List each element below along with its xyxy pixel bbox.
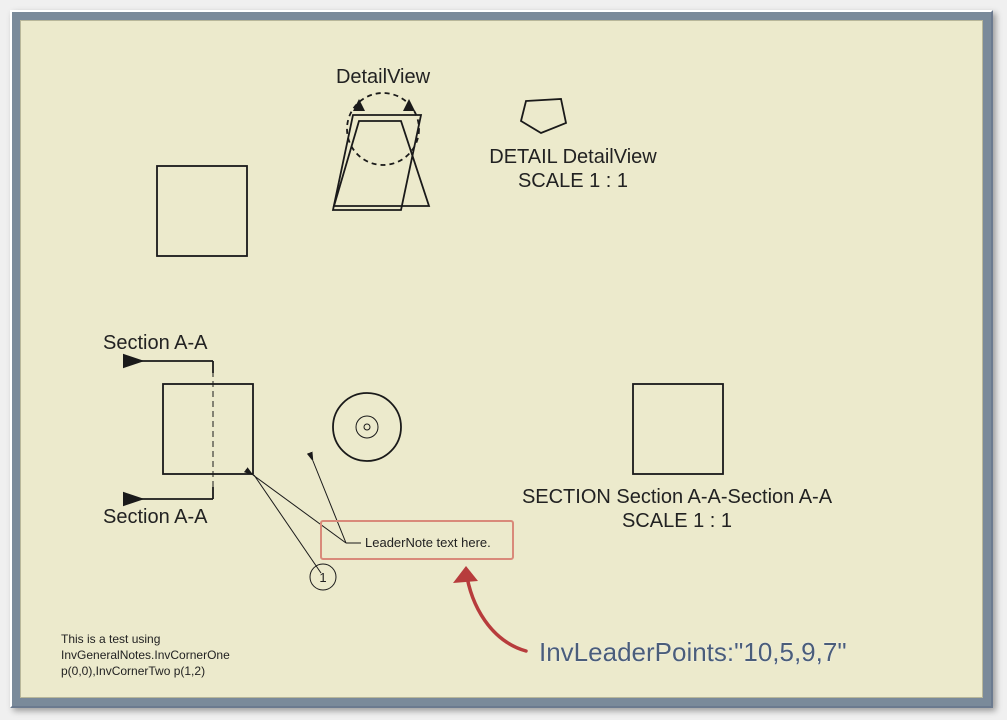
general-notes-line1: This is a test using [61, 632, 160, 646]
balloon-number: 1 [319, 570, 326, 585]
detail-circle[interactable] [347, 93, 419, 165]
window-frame: DetailView DETAIL DetailView SCALE 1 : 1 [10, 10, 993, 708]
drawing-canvas[interactable]: DetailView DETAIL DetailView SCALE 1 : 1 [20, 20, 983, 698]
detailview-label-above: DetailView [336, 66, 431, 88]
annotation-arrow [453, 566, 526, 651]
annotation-text: InvLeaderPoints:"10,5,9,7" [539, 637, 847, 667]
section-scale: SCALE 1 : 1 [622, 510, 732, 532]
section-parent-view[interactable] [141, 361, 253, 499]
general-notes-line2: InvGeneralNotes.InvCornerOne [61, 648, 230, 662]
section-view[interactable] [633, 384, 723, 474]
leader-note-text: LeaderNote text here. [365, 535, 491, 550]
section-label-top: Section A-A [103, 332, 208, 354]
leader-note[interactable] [253, 461, 361, 543]
detail-scale: SCALE 1 : 1 [518, 170, 628, 192]
detail-view-fragment[interactable] [521, 99, 566, 133]
circle-view[interactable] [333, 393, 401, 461]
section-label-bottom: Section A-A [103, 506, 208, 528]
general-notes-line3: p(0,0),InvCornerTwo p(1,2) [61, 664, 205, 678]
detail-title: DETAIL DetailView [489, 146, 657, 168]
section-title: SECTION Section A-A-Section A-A [522, 486, 833, 508]
base-view-square[interactable] [157, 166, 247, 256]
